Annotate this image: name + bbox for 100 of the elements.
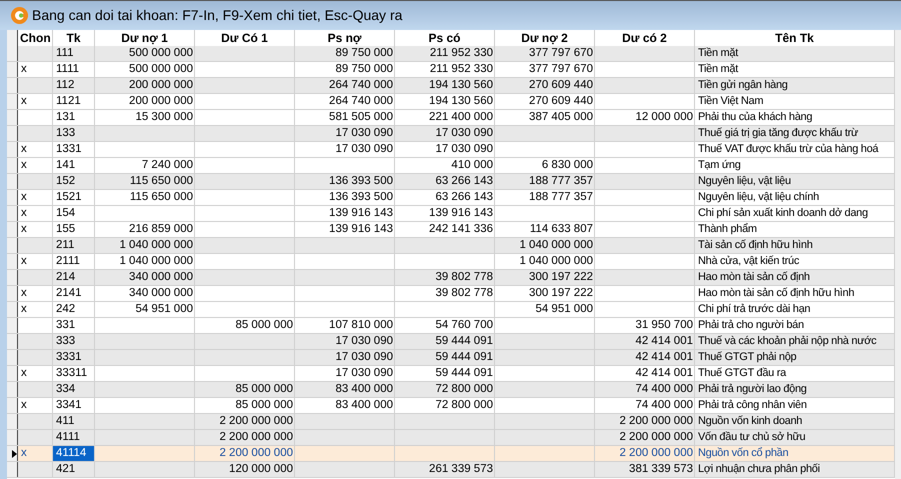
row-header[interactable] bbox=[7, 126, 18, 141]
table-cell: 74 400 000 bbox=[635, 398, 693, 413]
row-header[interactable] bbox=[7, 78, 18, 93]
table-cell: 261 339 573 bbox=[429, 462, 493, 477]
row-header[interactable] bbox=[7, 302, 18, 317]
column-header[interactable]: Dư nợ 2 bbox=[495, 30, 595, 46]
row-header[interactable] bbox=[7, 270, 18, 285]
table-row[interactable]: x 1121 200 000 000 264 740 000 194 130 560 270 609 440 Tiền Việt Nam bbox=[7, 94, 895, 110]
table-cell: 83 400 000 bbox=[335, 382, 393, 397]
row-header[interactable] bbox=[7, 430, 18, 445]
row-header[interactable] bbox=[7, 190, 18, 205]
table-row[interactable]: x 1331 17 030 090 17 030 090 Thuế VAT được khấu trừ của hàng hoá bbox=[7, 142, 895, 158]
row-header[interactable] bbox=[7, 142, 18, 157]
table-cell: 200 000 000 bbox=[129, 78, 193, 93]
row-header[interactable] bbox=[7, 414, 18, 429]
row-header[interactable] bbox=[7, 206, 18, 221]
row-header[interactable] bbox=[7, 110, 18, 125]
column-header[interactable]: Dư có 2 bbox=[595, 30, 695, 46]
table-cell: 136 393 500 bbox=[329, 190, 393, 205]
table-cell: 41114 bbox=[56, 446, 86, 461]
row-header[interactable] bbox=[7, 62, 18, 77]
table-cell: 188 777 357 bbox=[529, 174, 593, 189]
row-header[interactable] bbox=[7, 398, 18, 413]
table-row[interactable]: 3331 17 030 090 59 444 091 42 414 001 Thuế GTGT phải nộp bbox=[7, 350, 895, 366]
table-cell: 1111 bbox=[56, 62, 80, 77]
table-cell: 17 030 090 bbox=[435, 142, 493, 157]
table-cell: 63 266 143 bbox=[435, 174, 493, 189]
table-cell: x bbox=[21, 206, 27, 221]
column-header[interactable]: Chon bbox=[18, 30, 53, 46]
table-row[interactable]: 152 115 650 000 136 393 500 63 266 143 188 777 357 Nguyên liệu, vật liệu bbox=[7, 174, 895, 190]
table-cell: 2 200 000 000 bbox=[619, 430, 693, 445]
table-row[interactable]: x 2111 1 040 000 000 1 040 000 000 Nhà cửa, vật kiến trúc bbox=[7, 254, 895, 270]
table-cell: Nguyên liệu, vật liệu bbox=[698, 174, 791, 189]
table-row[interactable]: 133 17 030 090 17 030 090 Thuế giá trị gia tăng được khấu trừ bbox=[7, 126, 895, 142]
table-cell: 89 750 000 bbox=[335, 46, 393, 61]
table-row[interactable]: 333 17 030 090 59 444 091 42 414 001 Thuế và các khoản phải nộp nhà nước bbox=[7, 334, 895, 350]
table-cell: 333 bbox=[56, 334, 76, 349]
table-row[interactable]: 411 2 200 000 000 2 200 000 000 Nguồn vốn kinh doanh bbox=[7, 414, 895, 430]
table-cell: 155 bbox=[56, 222, 76, 237]
table-row[interactable]: x 41114 2 200 000 000 2 200 000 000 Nguồn vốn cổ phần bbox=[7, 446, 895, 462]
table-row[interactable]: x 33311 17 030 090 59 444 091 42 414 001 Thuế GTGT đầu ra bbox=[7, 366, 895, 382]
table-cell: 42 414 001 bbox=[635, 366, 693, 381]
row-header[interactable] bbox=[7, 94, 18, 109]
table-row[interactable]: x 154 139 916 143 139 916 143 Chi phí sản xuất kinh doanh dở dang bbox=[7, 206, 895, 222]
table-row[interactable]: 112 200 000 000 264 740 000 194 130 560 270 609 440 Tiền gửi ngân hàng bbox=[7, 78, 895, 94]
table-row[interactable]: 334 85 000 000 83 400 000 72 800 000 74 400 000 Phải trả người lao động bbox=[7, 382, 895, 398]
table-row[interactable]: x 242 54 951 000 54 951 000 Chi phí trả trước dài hạn bbox=[7, 302, 895, 318]
table-row[interactable]: 131 15 300 000 581 505 000 221 400 000 387 405 000 12 000 000 Phải thu của khách hàng bbox=[7, 110, 895, 126]
row-header[interactable] bbox=[7, 238, 18, 253]
column-header[interactable]: Tên Tk bbox=[695, 30, 895, 46]
table-row[interactable]: x 3341 85 000 000 83 400 000 72 800 000 74 400 000 Phải trả công nhân viên bbox=[7, 398, 895, 414]
corner-header[interactable] bbox=[7, 30, 18, 46]
row-header[interactable] bbox=[7, 174, 18, 189]
row-header[interactable] bbox=[7, 382, 18, 397]
table-row[interactable]: 214 340 000 000 39 802 778 300 197 222 Hao mòn tài sản cố định bbox=[7, 270, 895, 286]
column-header[interactable]: Ps nợ bbox=[295, 30, 395, 46]
table-cell: x bbox=[21, 158, 27, 173]
column-header[interactable]: Tk bbox=[53, 30, 95, 46]
table-cell: 2111 bbox=[56, 254, 80, 269]
table-cell: 216 859 000 bbox=[129, 222, 193, 237]
table-cell: 112 bbox=[56, 78, 74, 93]
table-row[interactable]: x 2141 340 000 000 39 802 778 300 197 222 Hao mòn tài sản cố định hữu hình bbox=[7, 286, 895, 302]
table-row[interactable]: x 1111 500 000 000 89 750 000 211 952 330 377 797 670 Tiền mặt bbox=[7, 62, 895, 78]
table-cell: 63 266 143 bbox=[435, 190, 493, 205]
table-cell: Phải trả người lao động bbox=[698, 382, 807, 397]
table-cell: 85 000 000 bbox=[235, 318, 293, 333]
table-cell: 107 810 000 bbox=[329, 318, 393, 333]
row-header[interactable] bbox=[7, 46, 18, 61]
table-row[interactable]: x 1521 115 650 000 136 393 500 63 266 143 188 777 357 Nguyên liệu, vật liệu chính bbox=[7, 190, 895, 206]
row-header[interactable] bbox=[7, 222, 18, 237]
table-cell: 12 000 000 bbox=[635, 110, 693, 125]
table-row[interactable]: 331 85 000 000 107 810 000 54 760 700 31 950 700 Phải trả cho người bán bbox=[7, 318, 895, 334]
row-header[interactable] bbox=[7, 254, 18, 269]
row-header[interactable] bbox=[7, 446, 18, 461]
table-row[interactable]: x 141 7 240 000 410 000 6 830 000 Tạm ứng bbox=[7, 158, 895, 174]
table-row[interactable]: 211 1 040 000 000 1 040 000 000 Tài sản cố định hữu hình bbox=[7, 238, 895, 254]
table-row[interactable]: 111 500 000 000 89 750 000 211 952 330 377 797 670 Tiền mặt bbox=[7, 46, 895, 62]
table-row[interactable]: 4111 2 200 000 000 2 200 000 000 Vốn đầu tư chủ sở hữu bbox=[7, 430, 895, 446]
row-header[interactable] bbox=[7, 334, 18, 349]
table-row[interactable]: x 155 216 859 000 139 916 143 242 141 336 114 633 807 Thành phẩm bbox=[7, 222, 895, 238]
row-header[interactable] bbox=[7, 286, 18, 301]
column-header[interactable]: Ps có bbox=[395, 30, 495, 46]
row-header[interactable] bbox=[7, 366, 18, 381]
table-cell: 152 bbox=[56, 174, 76, 189]
row-header[interactable] bbox=[7, 350, 18, 365]
table-cell: 42 414 001 bbox=[635, 350, 693, 365]
table-cell: Thuế giá trị gia tăng được khấu trừ bbox=[698, 126, 858, 141]
table-cell: x bbox=[21, 62, 27, 77]
table-row[interactable]: 421 120 000 000 261 339 573 381 339 573 Lợi nhuận chưa phân phối bbox=[7, 462, 895, 478]
table-cell: 17 030 090 bbox=[335, 334, 393, 349]
table-cell: Tiền Việt Nam bbox=[698, 94, 764, 109]
table-cell: 139 916 143 bbox=[329, 206, 393, 221]
column-header[interactable]: Dư Có 1 bbox=[195, 30, 295, 46]
row-header[interactable] bbox=[7, 158, 18, 173]
row-header[interactable] bbox=[7, 462, 18, 477]
table-cell: x bbox=[21, 286, 27, 301]
row-header[interactable] bbox=[7, 318, 18, 333]
table-cell: 242 bbox=[56, 302, 76, 317]
column-header[interactable]: Dư nợ 1 bbox=[95, 30, 195, 46]
table-cell: 17 030 090 bbox=[335, 126, 393, 141]
